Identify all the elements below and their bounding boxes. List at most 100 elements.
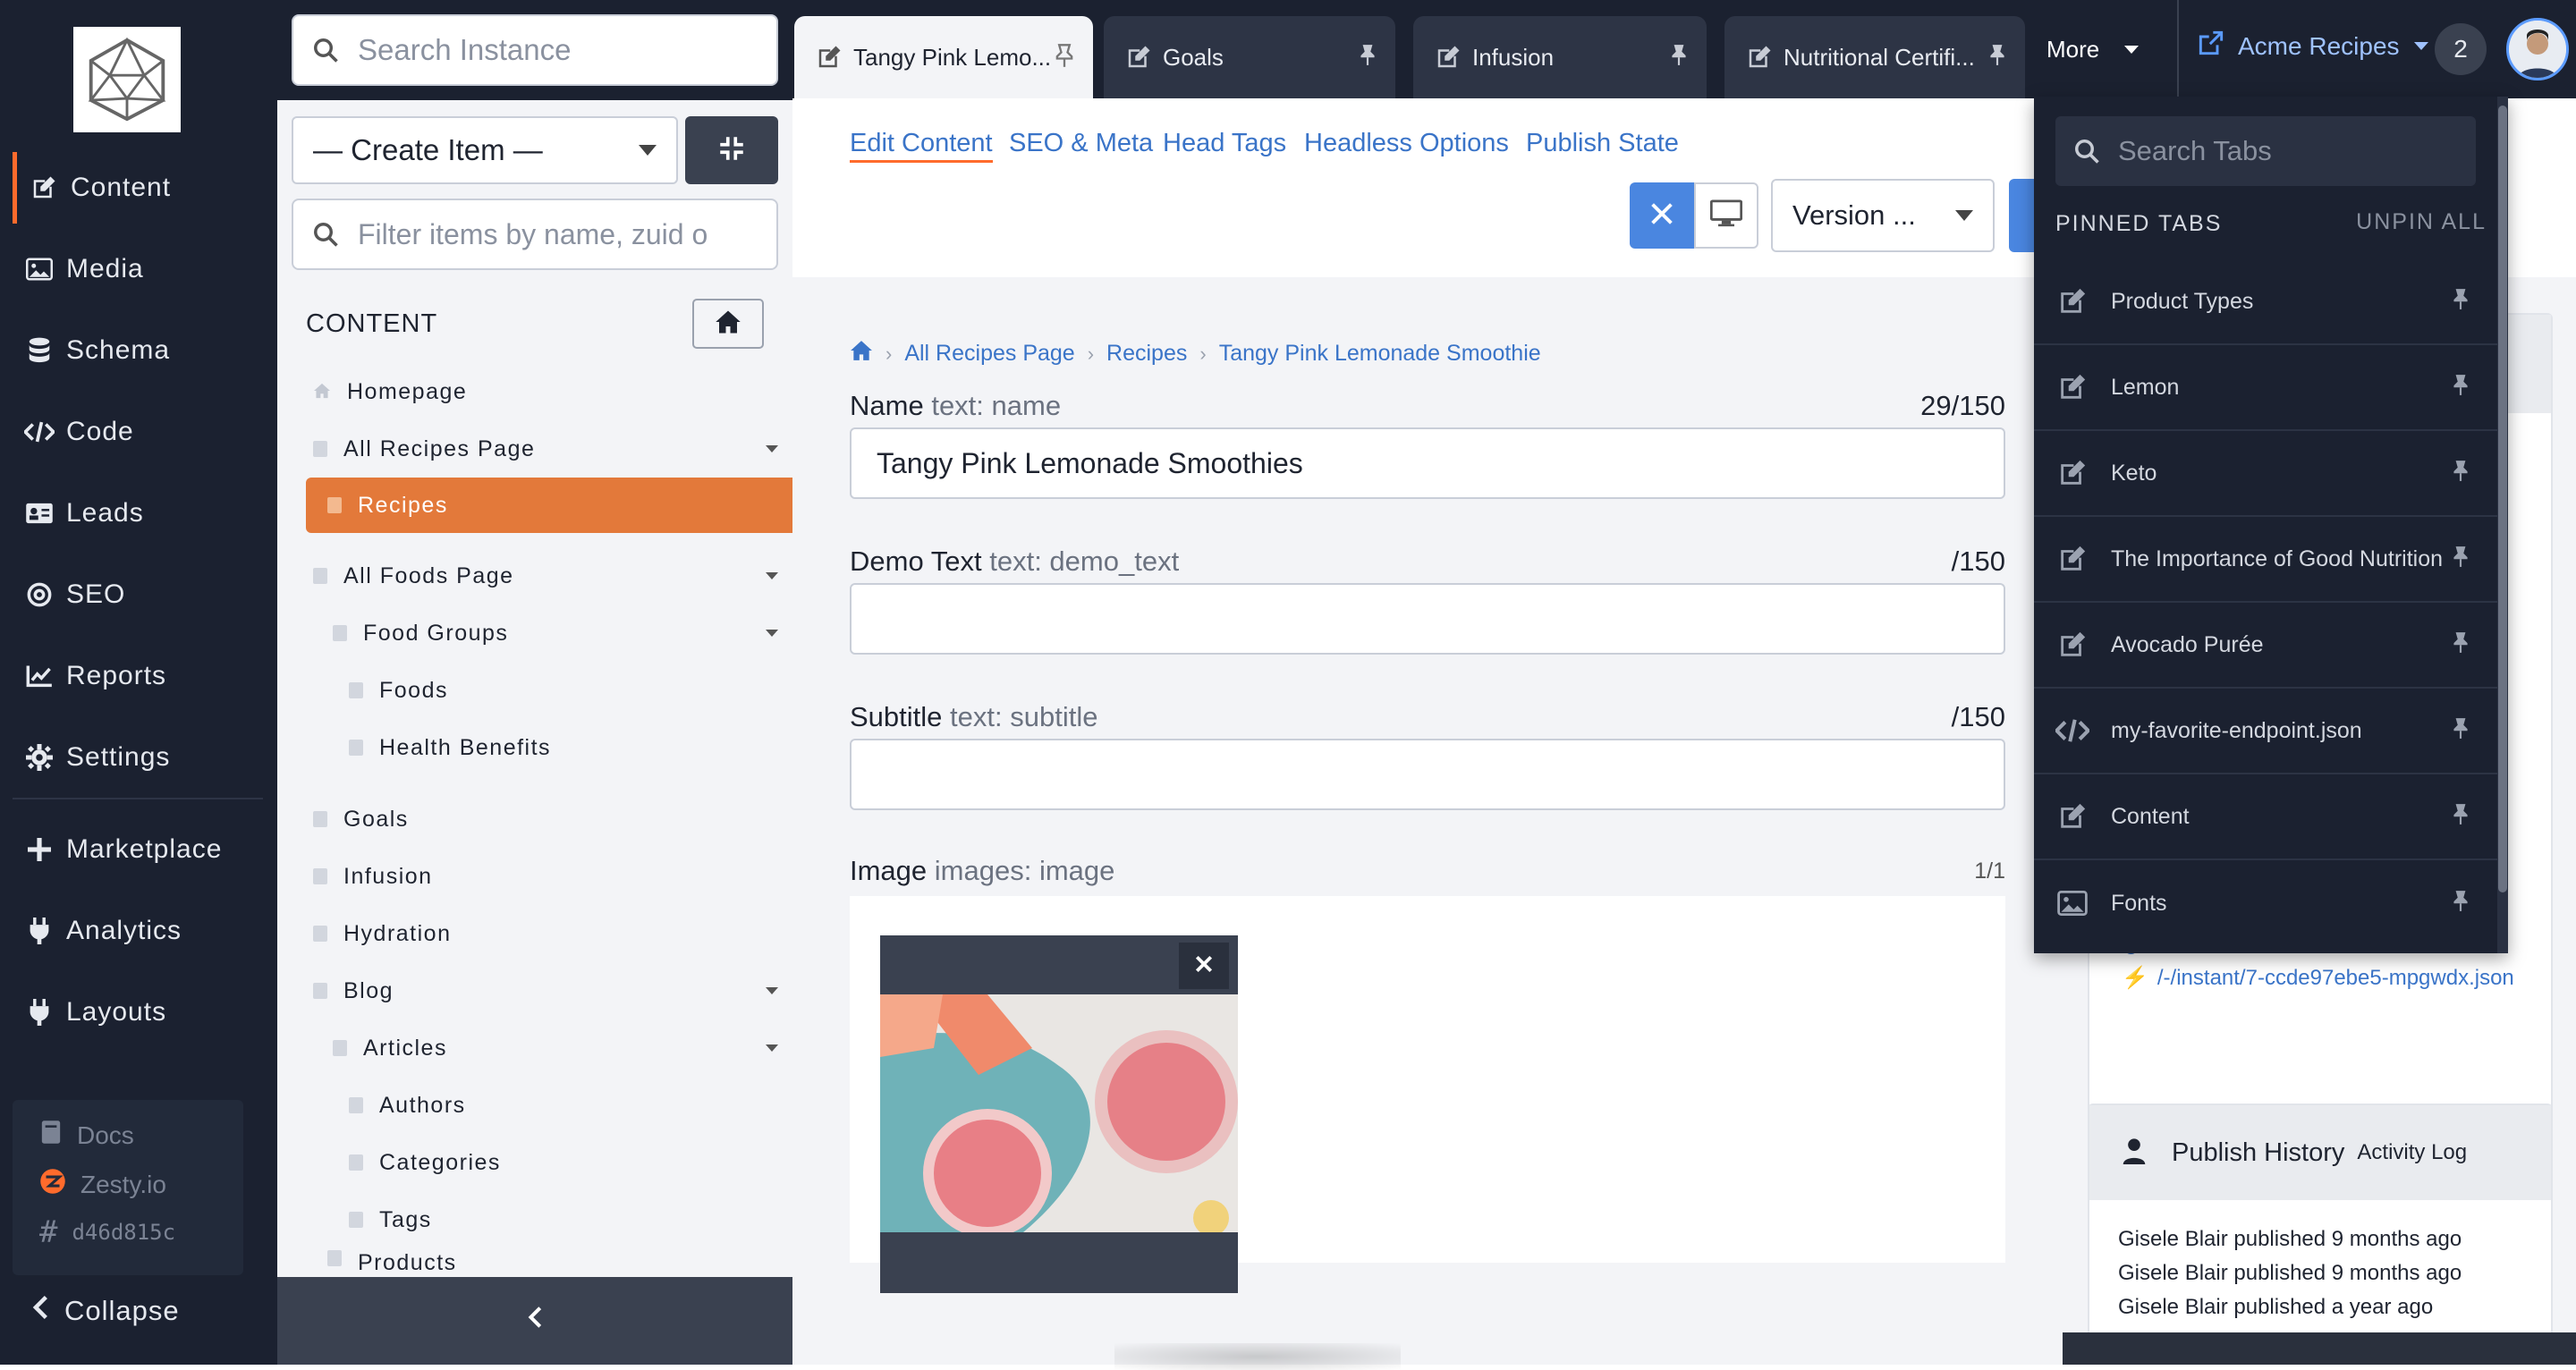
more-tabs-button[interactable]: More xyxy=(2036,0,2170,98)
nav-item-seo[interactable]: SEO xyxy=(13,559,272,630)
tree-item-hydration[interactable]: Hydration xyxy=(313,907,778,960)
notification-badge[interactable]: 2 xyxy=(2435,23,2487,75)
tree-item-authors[interactable]: Authors xyxy=(349,1078,778,1132)
image-field-label: Image images: image xyxy=(850,855,1114,887)
nav-item-code[interactable]: Code xyxy=(13,396,272,468)
name-input[interactable]: Tangy Pink Lemonade Smoothies xyxy=(850,427,2005,499)
tree-item-tags[interactable]: Tags xyxy=(349,1193,778,1247)
pin-icon[interactable] xyxy=(1358,43,1377,72)
collapse-button[interactable]: Collapse xyxy=(32,1295,180,1327)
pin-icon[interactable] xyxy=(2451,630,2470,660)
pin-icon[interactable] xyxy=(2451,889,2470,918)
nav-item-settings[interactable]: Settings xyxy=(13,722,272,793)
tree-item-articles[interactable]: Articles xyxy=(333,1021,778,1075)
chevron-down-icon[interactable] xyxy=(766,572,778,579)
tree-item-foods[interactable]: Foods xyxy=(349,664,778,717)
tree-item-categories[interactable]: Categories xyxy=(349,1136,778,1189)
search-icon xyxy=(2055,138,2118,165)
nav-item-content[interactable]: Content xyxy=(13,152,272,224)
pinned-tab-item[interactable]: Content xyxy=(2034,774,2508,860)
tree-item-infusion[interactable]: Infusion xyxy=(313,850,778,903)
pin-icon[interactable] xyxy=(2451,716,2470,746)
unpin-all-button[interactable]: UNPIN ALL xyxy=(2356,209,2487,235)
home-icon xyxy=(715,309,741,339)
version-select[interactable]: Version ... xyxy=(1771,179,1995,252)
nav-item-schema[interactable]: Schema xyxy=(13,315,272,386)
tab-seo-meta[interactable]: SEO & Meta xyxy=(1009,129,1153,158)
pinned-tab-item[interactable]: Avocado Purée xyxy=(2034,603,2508,689)
pin-icon[interactable] xyxy=(2451,287,2470,317)
chevron-down-icon[interactable] xyxy=(766,630,778,637)
tree-item-all-foods-page[interactable]: All Foods Page xyxy=(313,549,778,603)
pinned-tab-item[interactable]: The Importance of Good Nutrition xyxy=(2034,517,2508,603)
nav-item-media[interactable]: Media xyxy=(13,233,272,305)
image-card[interactable] xyxy=(880,935,1238,1293)
create-item-select[interactable]: — Create Item — xyxy=(292,116,678,184)
tree-item-blog[interactable]: Blog xyxy=(313,964,778,1018)
instance-hash[interactable]: # d46d815c xyxy=(39,1214,175,1250)
avatar[interactable] xyxy=(2506,18,2569,80)
breadcrumb-item[interactable]: Recipes xyxy=(1106,341,1187,367)
tab-goals[interactable]: Goals xyxy=(1104,16,1395,98)
tree-item-all-recipes-page[interactable]: All Recipes Page xyxy=(313,422,778,476)
tree-item-health-benefits[interactable]: Health Benefits xyxy=(349,721,778,774)
nav-item-marketplace[interactable]: Marketplace xyxy=(13,814,272,885)
search-tabs-input[interactable]: Search Tabs xyxy=(2055,116,2476,186)
chevron-down-icon[interactable] xyxy=(766,1044,778,1052)
breadcrumb-item[interactable]: Tangy Pink Lemonade Smoothie xyxy=(1219,341,1541,367)
pin-icon[interactable] xyxy=(1669,43,1689,72)
docs-link[interactable]: Docs xyxy=(39,1120,134,1151)
zesty-logo[interactable] xyxy=(73,27,181,132)
tab-publish-state[interactable]: Publish State xyxy=(1526,129,1679,158)
edit-icon xyxy=(1125,44,1152,71)
tree-item-goals[interactable]: Goals xyxy=(313,792,778,846)
pinned-tab-item[interactable]: Keto xyxy=(2034,431,2508,517)
pin-outline-icon[interactable] xyxy=(1054,43,1075,74)
nav-item-leads[interactable]: Leads xyxy=(13,478,272,549)
filter-items-input[interactable]: Filter items by name, zuid o xyxy=(292,199,778,270)
tab-headless-options[interactable]: Headless Options xyxy=(1304,129,1509,158)
demo-text-input[interactable] xyxy=(850,583,2005,655)
tree-item-homepage[interactable]: Homepage xyxy=(313,365,778,419)
tree-item-products[interactable]: Products xyxy=(327,1250,778,1277)
expand-icon xyxy=(716,133,747,168)
instant-json-link[interactable]: ⚡ /-/instant/7-ccde97ebe5-mpgwdx.json xyxy=(2122,964,2515,992)
expand-button[interactable] xyxy=(685,116,778,184)
pinned-tab-item[interactable]: Product Types xyxy=(2034,259,2508,345)
tree-item-food-groups[interactable]: Food Groups xyxy=(333,606,778,660)
activity-log-link[interactable]: Activity Log xyxy=(2357,1140,2467,1165)
image-icon xyxy=(13,258,66,281)
pin-icon[interactable] xyxy=(2451,459,2470,488)
nav-item-reports[interactable]: Reports xyxy=(13,640,272,712)
home-button[interactable] xyxy=(692,299,764,349)
dropdown-scrollbar[interactable] xyxy=(2497,97,2508,953)
pinned-tab-item[interactable]: Fonts xyxy=(2034,860,2508,946)
pin-icon[interactable] xyxy=(2451,802,2470,832)
close-preview-button[interactable] xyxy=(1630,182,1694,249)
tree-collapse-bar[interactable] xyxy=(277,1277,792,1365)
chevron-down-icon[interactable] xyxy=(766,445,778,452)
tab-tangy-pink-lemonade[interactable]: Tangy Pink Lemo... xyxy=(794,16,1093,98)
zesty-link[interactable]: Zesty.io xyxy=(39,1168,166,1201)
pinned-tab-item[interactable]: Lemon xyxy=(2034,345,2508,431)
remove-image-button[interactable] xyxy=(1179,943,1229,989)
pin-icon[interactable] xyxy=(2451,373,2470,402)
preview-desktop-button[interactable] xyxy=(1694,182,1758,249)
scrollbar-thumb[interactable] xyxy=(2498,106,2507,892)
tab-infusion[interactable]: Infusion xyxy=(1413,16,1707,98)
subtitle-input[interactable] xyxy=(850,739,2005,810)
tab-head-tags[interactable]: Head Tags xyxy=(1163,129,1286,158)
nav-item-analytics[interactable]: Analytics xyxy=(13,895,272,967)
pin-icon[interactable] xyxy=(1987,43,2007,72)
tree-item-recipes-selected[interactable]: Recipes xyxy=(306,478,792,533)
pin-icon[interactable] xyxy=(2451,545,2470,574)
chevron-down-icon[interactable] xyxy=(766,987,778,994)
home-icon[interactable] xyxy=(850,340,873,368)
tab-nutritional-certifi[interactable]: Nutritional Certifi... xyxy=(1724,16,2025,98)
search-instance-input[interactable]: Search Instance xyxy=(292,14,778,86)
instance-switcher[interactable]: Acme Recipes xyxy=(2199,30,2428,62)
breadcrumb-item[interactable]: All Recipes Page xyxy=(904,341,1074,367)
tab-edit-content[interactable]: Edit Content xyxy=(850,129,993,163)
nav-item-layouts[interactable]: Layouts xyxy=(13,977,272,1048)
pinned-tab-item[interactable]: my-favorite-endpoint.json xyxy=(2034,689,2508,774)
